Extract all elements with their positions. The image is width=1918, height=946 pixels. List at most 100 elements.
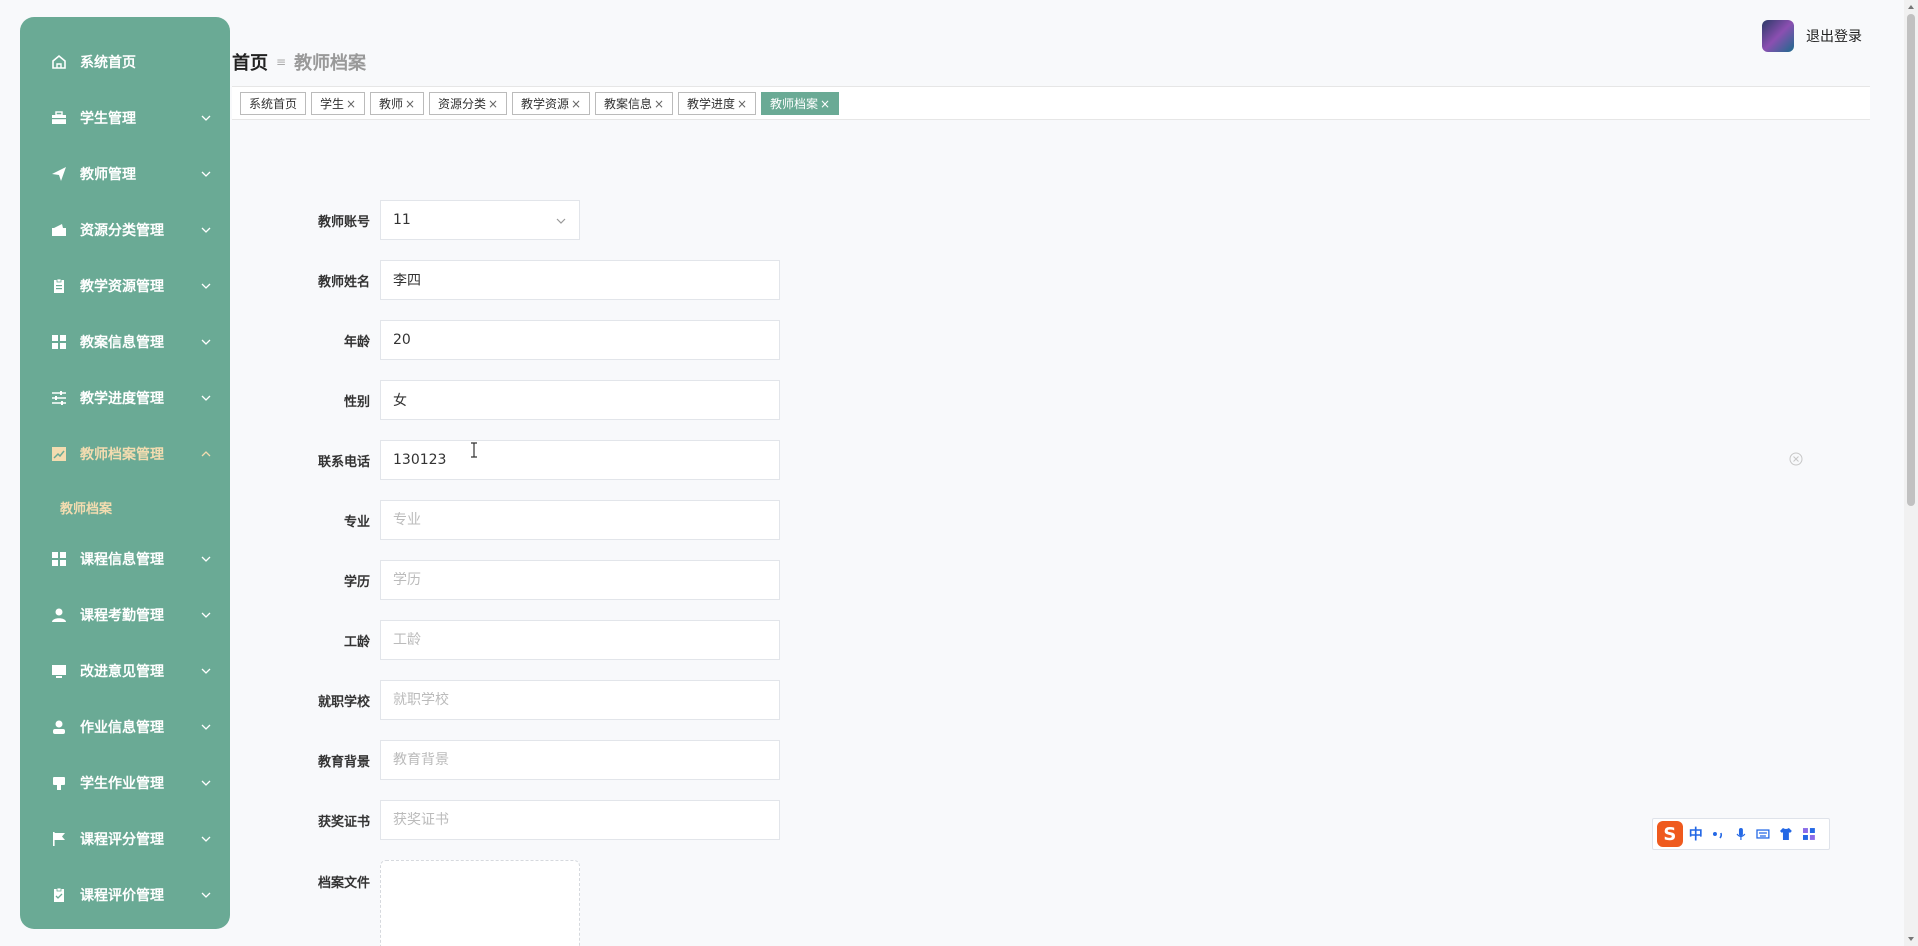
ime-chinese-mode[interactable]: 中 (1689, 824, 1703, 844)
tab-teaching-progress[interactable]: 教学进度 × (678, 92, 757, 115)
seniority-input[interactable] (393, 632, 767, 648)
seniority-field[interactable] (380, 620, 780, 660)
tab-label: 教师 (379, 97, 404, 111)
chevron-down-icon (201, 780, 211, 786)
person-icon (50, 718, 68, 736)
skin-shirt-icon[interactable] (1779, 827, 1793, 841)
form-label: 就职学校 (317, 694, 370, 710)
close-icon[interactable]: × (405, 97, 415, 111)
sidebar-item-student-homework[interactable]: 学生作业管理 (20, 761, 230, 805)
sidebar-item-label: 教师档案管理 (80, 447, 164, 463)
breadcrumb-current: 教师档案 (294, 53, 367, 74)
grid-icon (50, 550, 68, 568)
form-label: 联系电话 (317, 454, 370, 470)
teacher-name-field[interactable] (380, 260, 780, 300)
chevron-down-icon (201, 339, 211, 345)
close-icon[interactable]: × (346, 97, 356, 111)
sidebar-item-course-evaluation[interactable]: 课程评价管理 (20, 873, 230, 917)
sidebar-item-label: 课程信息管理 (80, 552, 164, 568)
logout-button[interactable]: 退出登录 (1806, 26, 1862, 46)
form-label: 专业 (343, 514, 370, 530)
wallet-icon (50, 221, 68, 239)
gender-input[interactable] (393, 392, 767, 408)
sidebar-item-label: 教学资源管理 (80, 279, 164, 295)
sidebar-item-course-info[interactable]: 课程信息管理 (20, 537, 230, 581)
major-input[interactable] (393, 512, 767, 528)
close-icon[interactable]: × (820, 97, 830, 111)
scroll-down-arrow-icon[interactable] (1907, 935, 1915, 943)
cup-icon (50, 774, 68, 792)
close-icon[interactable]: × (488, 97, 498, 111)
tab-teacher-archives[interactable]: 教师档案 × (761, 92, 840, 115)
sidebar-item-teaching-progress[interactable]: 教学进度管理 (20, 376, 230, 420)
sogou-logo-icon[interactable]: S (1657, 821, 1683, 847)
sidebar-item-label: 学生管理 (80, 111, 136, 127)
age-input[interactable] (393, 332, 767, 348)
chevron-down-icon (201, 612, 211, 618)
sidebar-item-course-attendance[interactable]: 课程考勤管理 (20, 593, 230, 637)
teacher-name-input[interactable] (393, 272, 767, 288)
tab-label: 教学资源 (521, 97, 570, 111)
clear-circle-icon[interactable] (1789, 452, 1803, 466)
chevron-up-icon (201, 451, 211, 457)
form-row-file: 档案文件 (300, 860, 580, 946)
sidebar-item-resource-categories[interactable]: 资源分类管理 (20, 208, 230, 252)
tab-home[interactable]: 系统首页 (240, 92, 307, 115)
sidebar-item-label: 课程评价管理 (80, 888, 164, 904)
keyboard-icon[interactable] (1756, 827, 1770, 841)
breadcrumb-home[interactable]: 首页 (232, 49, 268, 75)
tab-label: 资源分类 (438, 97, 487, 111)
tab-teachers[interactable]: 教师 × (370, 92, 425, 115)
scrollbar[interactable] (1904, 0, 1918, 946)
sidebar-subitem-teacher-archive[interactable]: 教师档案 (20, 487, 230, 527)
sidebar-subitem-label: 教师档案 (60, 501, 113, 517)
background-field[interactable] (380, 740, 780, 780)
sidebar-item-teacher-archives[interactable]: 教师档案管理 (20, 432, 230, 476)
chevron-down-icon (201, 283, 211, 289)
education-input[interactable] (393, 572, 767, 588)
sidebar-item-improvement-suggestions[interactable]: 改进意见管理 (20, 649, 230, 693)
sidebar-item-lesson-plans[interactable]: 教案信息管理 (20, 320, 230, 364)
sidebar-item-teachers[interactable]: 教师管理 (20, 152, 230, 196)
phone-input[interactable] (393, 452, 767, 468)
chevron-down-icon (201, 724, 211, 730)
tab-resource-categories[interactable]: 资源分类 × (429, 92, 508, 115)
ime-toolbar: S 中 (1652, 818, 1830, 850)
tab-teaching-resources[interactable]: 教学资源 × (512, 92, 591, 115)
sidebar-item-homework-info[interactable]: 作业信息管理 (20, 705, 230, 749)
major-field[interactable] (380, 500, 780, 540)
close-icon[interactable]: × (737, 97, 747, 111)
flag-icon (50, 830, 68, 848)
school-field[interactable] (380, 680, 780, 720)
chevron-down-icon (201, 556, 211, 562)
form-label: 性别 (343, 394, 370, 410)
sidebar-item-course-scores[interactable]: 课程评分管理 (20, 817, 230, 861)
close-icon[interactable]: × (654, 97, 664, 111)
sidebar-item-students[interactable]: 学生管理 (20, 96, 230, 140)
awards-field[interactable] (380, 800, 780, 840)
toolbox-grid-icon[interactable] (1802, 827, 1816, 841)
background-input[interactable] (393, 752, 767, 768)
tab-students[interactable]: 学生 × (311, 92, 366, 115)
scroll-up-arrow-icon[interactable] (1907, 3, 1915, 11)
close-icon[interactable]: × (571, 97, 581, 111)
awards-input[interactable] (393, 812, 767, 828)
file-upload-area[interactable] (380, 860, 580, 946)
avatar[interactable] (1762, 20, 1794, 52)
gender-field[interactable] (380, 380, 780, 420)
age-field[interactable] (380, 320, 780, 360)
form-label: 教师账号 (317, 214, 370, 230)
sidebar-item-home[interactable]: 系统首页 (20, 40, 230, 84)
microphone-icon[interactable] (1734, 827, 1748, 841)
punctuation-icon[interactable] (1711, 827, 1725, 841)
grid-icon (50, 333, 68, 351)
school-input[interactable] (393, 692, 767, 708)
tab-lesson-plans[interactable]: 教案信息 × (595, 92, 674, 115)
sidebar-item-label: 改进意见管理 (80, 664, 164, 680)
phone-field[interactable] (380, 440, 780, 480)
send-icon (50, 165, 68, 183)
education-field[interactable] (380, 560, 780, 600)
scroll-thumb[interactable] (1907, 14, 1915, 506)
sidebar-item-teaching-resources[interactable]: 教学资源管理 (20, 264, 230, 308)
teacher-account-select[interactable]: 11 (380, 200, 580, 240)
